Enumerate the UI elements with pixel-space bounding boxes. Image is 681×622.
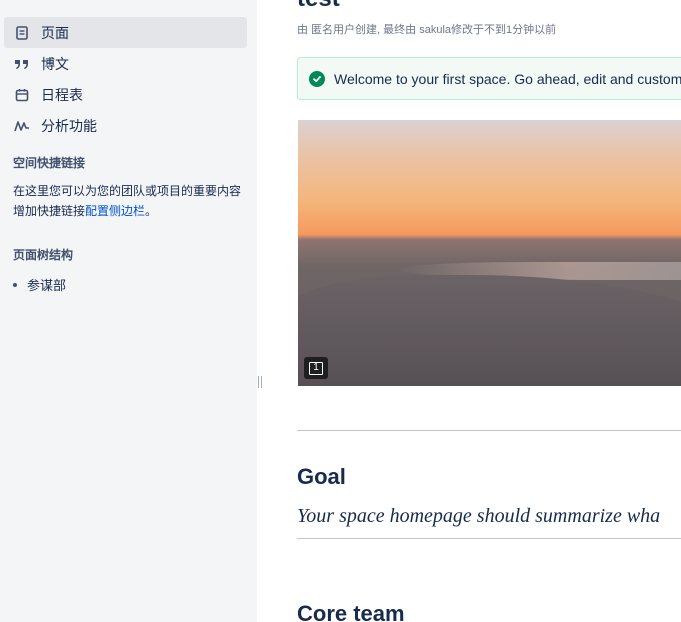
sidebar-item-label: 页面 xyxy=(41,24,69,41)
sidebar-item-label: 日程表 xyxy=(41,86,83,103)
inline-comment-badge[interactable]: 1 xyxy=(304,357,328,379)
page-tree-item-label: 参谋部 xyxy=(27,278,67,293)
core-team-heading: Core team xyxy=(297,601,405,622)
comment-icon: 1 xyxy=(309,361,323,375)
shortcuts-hint-suffix: 。 xyxy=(145,204,158,218)
sidebar-item-label: 分析功能 xyxy=(41,117,97,134)
comment-count: 1 xyxy=(313,362,319,373)
sidebar-item-calendar[interactable]: 日程表 xyxy=(4,79,247,110)
configure-sidebar-link[interactable]: 配置侧边栏 xyxy=(85,204,145,218)
calendar-icon xyxy=(14,87,30,103)
check-circle-icon xyxy=(309,70,325,87)
sidebar-item-analytics[interactable]: 分析功能 xyxy=(4,110,247,141)
hero-image: 1 xyxy=(298,120,681,386)
info-message: Welcome to your first space. Go ahead, e… xyxy=(334,70,681,87)
bullet-icon xyxy=(13,282,17,287)
goal-heading: Goal xyxy=(297,464,346,489)
page-icon xyxy=(14,25,30,41)
divider xyxy=(297,430,681,431)
page-tree-title: 页面树结构 xyxy=(13,248,74,262)
page-tree-item[interactable]: 参谋部 xyxy=(13,275,66,294)
page-byline: 由 匿名用户创建, 最终由 sakula修改于不到1分钟以前 xyxy=(297,24,557,36)
divider xyxy=(297,538,681,539)
shortcuts-hint: 在这里您可以为您的团队或项目的重要内容增加快捷链接配置侧边栏。 xyxy=(13,181,243,221)
shortcuts-section-title: 空间快捷链接 xyxy=(13,156,86,170)
analytics-icon xyxy=(14,118,30,134)
sidebar-item-pages[interactable]: 页面 xyxy=(4,17,247,48)
sidebar: 页面 博文 日程表 分析功能 空间快捷链接 在这里您可以为您的团队或项目的重要内… xyxy=(0,0,257,622)
hero-shore xyxy=(298,275,681,386)
goal-text: Your space homepage should summarize wha xyxy=(297,505,661,527)
info-panel: Welcome to your first space. Go ahead, e… xyxy=(297,57,681,100)
quote-icon xyxy=(14,56,30,72)
sidebar-item-blog[interactable]: 博文 xyxy=(4,48,247,79)
page-title: test xyxy=(297,0,340,13)
sidebar-item-label: 博文 xyxy=(41,55,69,72)
main-content: test 由 匿名用户创建, 最终由 sakula修改于不到1分钟以前 Welc… xyxy=(257,0,681,622)
